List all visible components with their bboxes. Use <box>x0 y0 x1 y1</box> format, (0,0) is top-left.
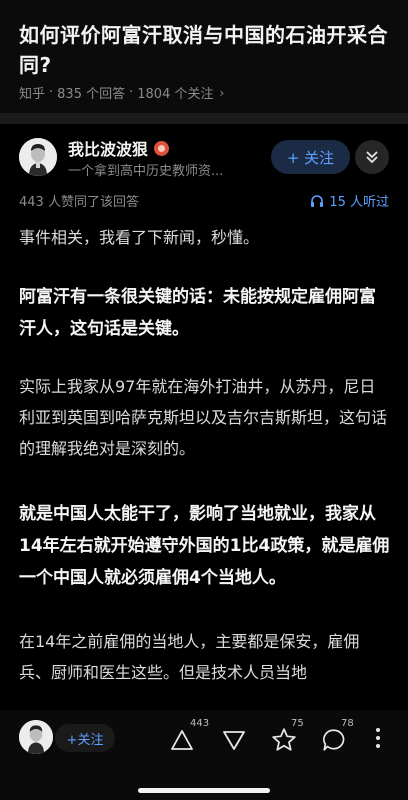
source-label: 知乎 <box>19 87 46 102</box>
downvote-button[interactable] <box>222 722 246 754</box>
question-header: 如何评价阿富汗取消与中国的石油开采合同? 知乎 · 835 个回答 · 1804… <box>0 0 408 113</box>
author-bio: 一个拿到高中历史教师资... <box>68 164 224 179</box>
star-button[interactable]: 75 <box>271 718 304 754</box>
question-title[interactable]: 如何评价阿富汗取消与中国的石油开采合同? <box>19 20 391 80</box>
follower-count: 1804 个关注 <box>137 87 214 102</box>
upvote-button[interactable]: 443 <box>170 718 209 754</box>
avatar[interactable] <box>19 138 57 176</box>
author-row: 我比波波狠 一个拿到高中历史教师资... + 关注 <box>0 124 408 188</box>
follow-button[interactable]: + 关注 <box>271 140 350 174</box>
answer-content: 事件相关，我看了下新闻，秒懂。 阿富汗有一条很关键的话：未能按规定雇佣阿富汗人，… <box>19 222 391 688</box>
chevron-right-icon: › <box>219 85 225 100</box>
answer-paragraph: 实际上我家从97年就在海外打油井，从苏丹，尼日利亚到英国到哈萨克斯坦以及吉尔吉斯… <box>19 377 388 458</box>
comment-count: 78 <box>341 718 354 729</box>
triangle-down-icon <box>223 731 245 750</box>
star-count: 75 <box>291 718 304 729</box>
listen-count[interactable]: 15 人听过 <box>310 191 389 210</box>
question-meta[interactable]: 知乎 · 835 个回答 · 1804 个关注 › <box>19 83 224 102</box>
answer-paragraph: 在14年之前雇佣的当地人，主要都是保安，雇佣兵、厨师和医生这些。但是技术人员当地 <box>19 632 360 682</box>
author-name[interactable]: 我比波波狠 <box>68 136 170 160</box>
creator-badge-icon <box>154 140 170 156</box>
answer-paragraph: 就是中国人太能干了，影响了当地就业，我家从14年左右就开始遵守外国的1比4政策，… <box>19 504 390 588</box>
answer-paragraph: 事件相关，我看了下新闻，秒懂。 <box>19 228 260 247</box>
star-icon <box>272 728 296 751</box>
home-indicator <box>138 788 270 793</box>
upvote-count: 443 <box>190 718 210 729</box>
bottom-action-bar: +关注 443 75 78 <box>0 710 408 800</box>
follow-button-small[interactable]: +关注 <box>55 724 115 752</box>
more-vertical-icon <box>376 728 380 748</box>
answer-count: 835 个回答 <box>57 87 126 102</box>
answer-paragraph: 阿富汗有一条很关键的话：未能按规定雇佣阿富汗人，这句话是关键。 <box>19 287 376 339</box>
more-options-button[interactable] <box>370 722 386 754</box>
comment-button[interactable]: 78 <box>321 718 354 754</box>
avatar[interactable] <box>19 720 53 754</box>
chevron-double-down-icon <box>366 151 378 164</box>
approval-count: 443 人赞同了该回答 <box>19 195 139 210</box>
comment-icon <box>323 729 345 751</box>
triangle-up-icon <box>171 730 193 750</box>
headphones-icon <box>311 194 324 207</box>
section-divider <box>0 113 408 124</box>
expand-button[interactable] <box>355 140 389 174</box>
